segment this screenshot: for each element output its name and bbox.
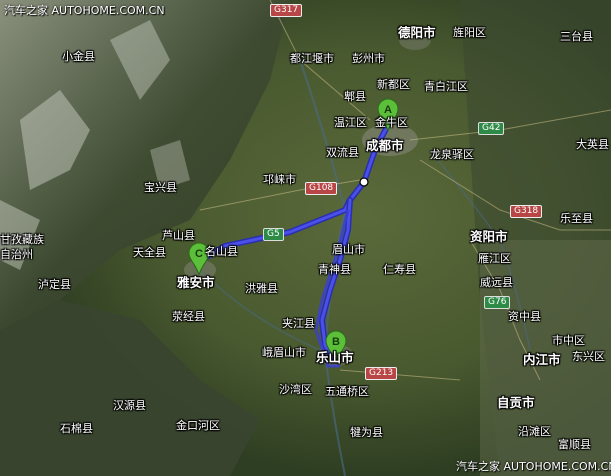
city-label: 大英县: [576, 138, 609, 151]
city-label: 眉山市: [332, 243, 365, 256]
city-label: 犍为县: [350, 426, 383, 439]
road-shield-g42: G42: [478, 122, 505, 135]
city-label: 乐至县: [560, 212, 593, 225]
city-label: 荥经县: [172, 310, 205, 323]
city-label: 青神县: [318, 263, 351, 276]
city-label: 市中区: [552, 334, 585, 347]
city-label: 甘孜藏族: [0, 233, 44, 246]
city-label: 金牛区: [375, 116, 408, 129]
city-label: 石棉县: [60, 422, 93, 435]
map-view[interactable]: A B C G317 G42 G108 G318 G76 G213 G5 德阳市…: [0, 0, 611, 476]
road-shield-g108: G108: [305, 182, 338, 195]
city-label: 夹江县: [282, 317, 315, 330]
city-label: 旌阳区: [453, 26, 486, 39]
svg-text:C: C: [195, 248, 203, 260]
city-label: 汉源县: [113, 399, 146, 412]
city-label: 彭州市: [352, 52, 385, 65]
city-label: 洪雅县: [245, 282, 278, 295]
road-shield-g318: G318: [510, 205, 543, 218]
city-label: 芦山县: [162, 229, 195, 242]
svg-text:A: A: [384, 104, 392, 116]
city-label: 邛崃市: [263, 173, 296, 186]
city-label: 双流县: [326, 146, 359, 159]
city-label: 自贡市: [497, 395, 535, 410]
city-label: 成都市: [366, 138, 404, 153]
city-label: 自治州: [0, 248, 33, 261]
city-label: 泸定县: [38, 278, 71, 291]
city-label: 天全县: [133, 246, 166, 259]
watermark-bottom: 汽车之家 AUTOHOME.COM.CN: [456, 460, 611, 473]
city-label: 乐山市: [316, 350, 354, 365]
city-label: 青白江区: [424, 80, 468, 93]
city-label: 峨眉山市: [262, 346, 306, 359]
city-label: 内江市: [523, 352, 561, 367]
svg-text:B: B: [332, 336, 340, 348]
city-label: 富顺县: [558, 438, 591, 451]
city-label: 资阳市: [470, 229, 508, 244]
city-label: 德阳市: [398, 25, 436, 40]
city-label: 温江区: [334, 116, 367, 129]
city-label: 龙泉驿区: [430, 148, 474, 161]
watermark-top: 汽车之家 AUTOHOME.COM.CN: [4, 4, 165, 17]
road-shield-g213: G213: [365, 367, 398, 380]
city-label: 郫县: [344, 90, 366, 103]
city-label: 名山县: [205, 245, 238, 258]
road-shield-g76: G76: [484, 296, 511, 309]
road-shield-g5: G5: [263, 228, 284, 241]
city-label: 金口河区: [176, 419, 220, 432]
city-label: 东兴区: [572, 350, 605, 363]
city-label: 都江堰市: [290, 52, 334, 65]
city-label: 沙湾区: [279, 383, 312, 396]
city-label: 三台县: [560, 30, 593, 43]
city-label: 雅安市: [177, 275, 215, 290]
city-label: 沿滩区: [518, 425, 551, 438]
road-shield-g317: G317: [270, 4, 303, 17]
city-label: 雁江区: [478, 252, 511, 265]
city-label: 宝兴县: [144, 181, 177, 194]
city-label: 威远县: [480, 276, 513, 289]
waypoint-dot[interactable]: [359, 177, 369, 187]
city-label: 资中县: [508, 310, 541, 323]
city-label: 五通桥区: [325, 385, 369, 398]
city-label: 仁寿县: [383, 263, 416, 276]
city-label: 小金县: [62, 50, 95, 63]
city-label: 新都区: [377, 78, 410, 91]
